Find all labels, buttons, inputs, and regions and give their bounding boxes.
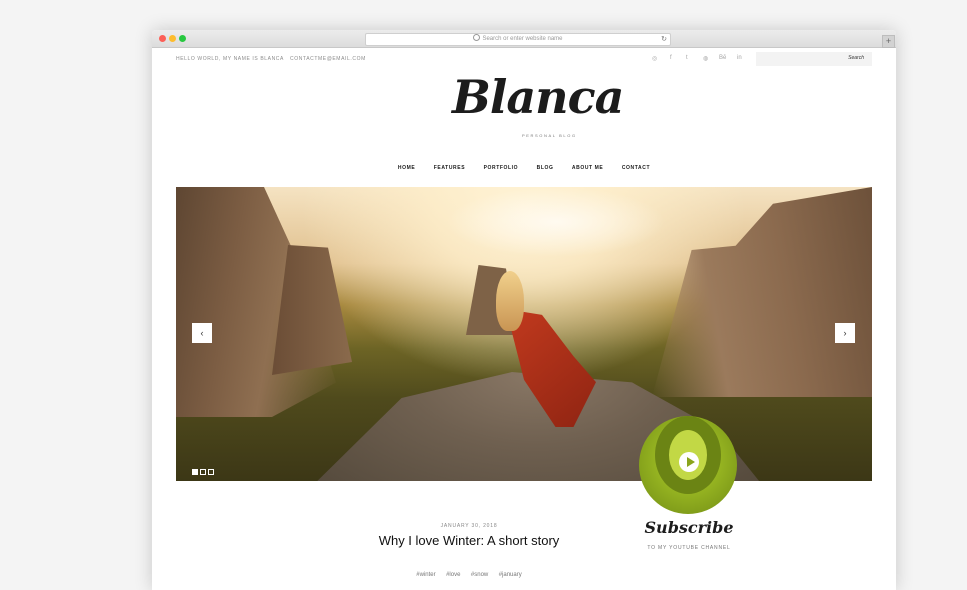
tag-link[interactable]: #winter — [416, 572, 435, 578]
slider-prev-button[interactable]: ‹ — [192, 323, 212, 343]
twitter-icon[interactable]: t — [686, 55, 688, 61]
browser-toolbar: Search or enter website name ↻ + — [152, 30, 896, 48]
greeting-text: HELLO WORLD, MY NAME IS BLANCA — [176, 56, 284, 62]
tag-link[interactable]: #love — [446, 572, 460, 578]
search-input[interactable]: Search — [756, 52, 872, 66]
slider-dot-3[interactable] — [208, 469, 214, 475]
facebook-icon[interactable]: f — [670, 55, 672, 61]
woman-hair — [496, 271, 524, 331]
nav-item-home[interactable]: HOME — [398, 165, 415, 171]
slider-next-button[interactable]: › — [835, 323, 855, 343]
minimize-window-button[interactable] — [169, 35, 176, 42]
address-bar-placeholder: Search or enter website name — [482, 36, 563, 42]
post-title[interactable]: Why I love Winter: A short story — [342, 533, 596, 548]
site-tagline: PERSONAL BLOG — [522, 133, 577, 138]
browser-window: Search or enter website name ↻ + HELLO W… — [152, 30, 896, 590]
post-tags: #winter #love #snow #january — [372, 563, 566, 581]
maximize-window-button[interactable] — [179, 35, 186, 42]
instagram-icon[interactable]: ◎ — [652, 55, 657, 62]
sun-glow — [446, 187, 666, 257]
rock-right — [652, 187, 872, 397]
nav-item-contact[interactable]: CONTACT — [622, 165, 650, 171]
main-navigation: HOME FEATURES PORTFOLIO BLOG ABOUT ME CO… — [152, 156, 896, 174]
nav-item-about-me[interactable]: ABOUT ME — [572, 165, 603, 171]
top-bar: HELLO WORLD, MY NAME IS BLANCA CONTACTME… — [152, 48, 896, 70]
nav-item-features[interactable]: FEATURES — [434, 165, 465, 171]
youtube-avatar[interactable] — [639, 416, 737, 514]
contact-email-link[interactable]: CONTACTME@EMAIL.COM — [290, 56, 366, 62]
post-date: JANUARY 30, 2018 — [440, 523, 498, 529]
slider-dot-2[interactable] — [200, 469, 206, 475]
behance-icon[interactable]: Bē — [719, 55, 726, 61]
subscribe-title[interactable]: Subscribe — [637, 518, 741, 537]
close-window-button[interactable] — [159, 35, 166, 42]
linkedin-icon[interactable]: in — [737, 55, 742, 61]
tag-link[interactable]: #snow — [471, 572, 488, 578]
nav-item-portfolio[interactable]: PORTFOLIO — [484, 165, 519, 171]
dribbble-icon[interactable]: ◍ — [703, 55, 708, 62]
new-tab-button[interactable]: + — [882, 35, 895, 48]
play-icon[interactable] — [679, 452, 699, 472]
slider-dot-1[interactable] — [192, 469, 198, 475]
address-bar[interactable]: Search or enter website name ↻ — [365, 33, 671, 46]
subscribe-subtitle: TO MY YOUTUBE CHANNEL — [647, 545, 731, 551]
nav-item-blog[interactable]: BLOG — [537, 165, 554, 171]
hero-slider-image — [176, 187, 872, 481]
search-button[interactable]: Search — [848, 55, 864, 61]
search-icon — [473, 34, 481, 41]
slider-pagination — [192, 462, 216, 480]
site-logo[interactable]: Blanca — [452, 70, 624, 124]
reload-icon[interactable]: ↻ — [661, 34, 667, 45]
tag-link[interactable]: #january — [499, 572, 522, 578]
